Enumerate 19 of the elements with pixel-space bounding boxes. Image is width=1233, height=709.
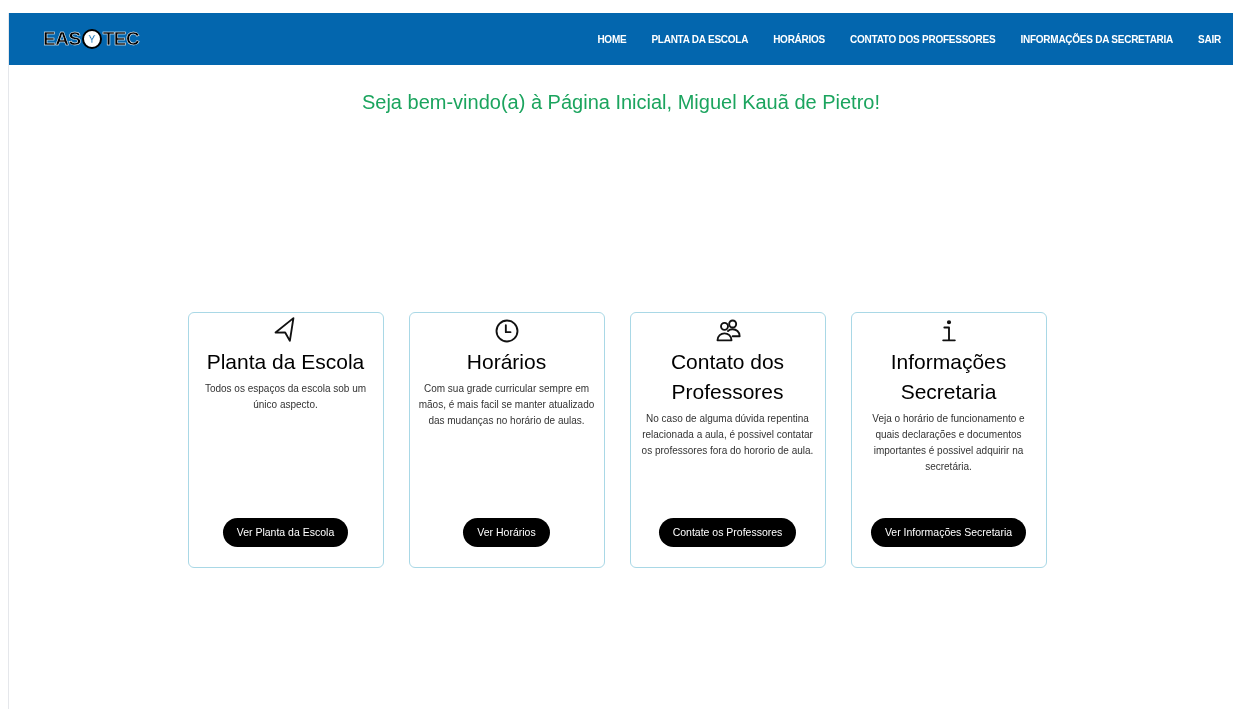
- card-description: No caso de alguma dúvida repentina relacionada a aula, é possivel contatar os professores fora do hororio de aula.: [640, 412, 815, 458]
- nav-link[interactable]: HOME: [597, 31, 627, 47]
- card-title: Horários: [466, 349, 547, 375]
- card-title: Informações Secretaria: [889, 349, 1008, 405]
- card-title: Planta da Escola: [206, 349, 365, 375]
- nav-link[interactable]: HORÁRIOS: [773, 31, 826, 47]
- card-description: Com sua grade curricular sempre em mãos, é mais facil se manter atualizado das mudanças no horário de aulas.: [417, 382, 596, 428]
- welcome-heading: Seja bem-vindo(a) à Página Inicial, Miguel Kauã de Pietro!: [360, 90, 882, 115]
- nav-link[interactable]: CONTATO DOS PROFESSORES: [850, 31, 996, 47]
- card-title: Contato dos Professores: [669, 349, 786, 405]
- card-action-button[interactable]: Contate os Professores: [658, 518, 797, 547]
- nav-link[interactable]: PLANTA DA ESCOLA: [651, 31, 749, 47]
- card-action-button[interactable]: Ver Horários: [463, 518, 550, 547]
- card-action-button[interactable]: Ver Planta da Escola: [222, 518, 349, 547]
- card-description: Veja o horário de funcionamento e quais declarações e documentos importantes é possivel adquirir na secretária.: [871, 412, 1026, 474]
- nav-link[interactable]: SAIR: [1198, 31, 1221, 47]
- card-description: Todos os espaços da escola sob um único aspecto.: [203, 382, 368, 412]
- nav-link[interactable]: INFORMAÇÕES DA SECRETARIA: [1020, 31, 1174, 47]
- card-action-button[interactable]: Ver Informações Secretaria: [870, 518, 1027, 547]
